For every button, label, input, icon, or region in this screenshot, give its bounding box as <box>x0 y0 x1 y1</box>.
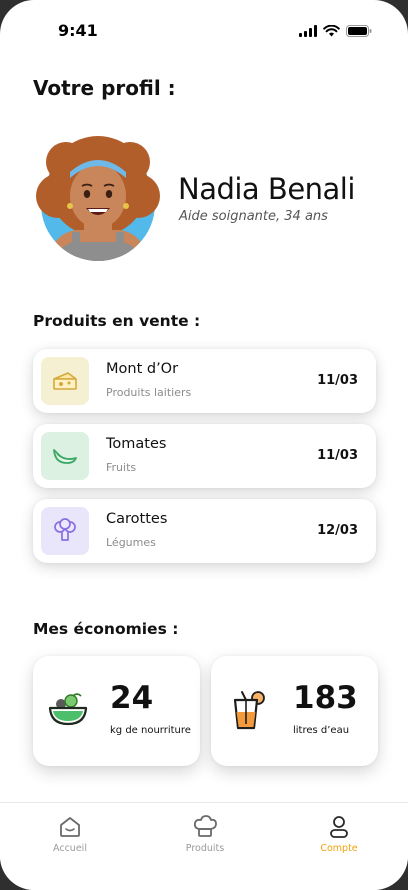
nav-item-accueil[interactable]: Accueil <box>25 815 115 854</box>
savings-section-title: Mes économies : <box>33 620 179 638</box>
saving-label: kg de nourriture <box>110 725 191 736</box>
profile-section-title: Votre profil : <box>33 76 176 100</box>
nav-item-produits[interactable]: Produits <box>160 815 250 854</box>
nav-label: Accueil <box>53 843 87 854</box>
salad-bowl-icon <box>48 693 88 726</box>
status-icons <box>299 25 372 37</box>
product-date: 12/03 <box>317 523 358 538</box>
nav-item-compte[interactable]: Compte <box>294 815 384 854</box>
cheese-icon <box>53 372 77 390</box>
wifi-icon <box>323 25 340 37</box>
user-icon <box>330 816 348 838</box>
product-card[interactable]: Tomates Fruits 11/03 <box>33 424 376 488</box>
product-name: Mont d’Or <box>106 361 179 377</box>
battery-icon <box>346 25 372 37</box>
saving-value: 24 <box>110 680 154 716</box>
status-time: 9:41 <box>58 21 98 40</box>
products-section-title: Produits en vente : <box>33 312 201 330</box>
product-date: 11/03 <box>317 373 358 388</box>
product-icon-box <box>41 507 89 555</box>
saving-card-water: 183 litres d’eau <box>211 656 378 766</box>
bottom-nav: Accueil Produits Compte <box>0 802 408 890</box>
product-category: Produits laitiers <box>106 386 192 399</box>
profile-name: Nadia Benali <box>178 172 355 206</box>
product-category: Fruits <box>106 461 137 474</box>
product-card[interactable]: Carottes Légumes 12/03 <box>33 499 376 563</box>
avatar <box>36 136 160 261</box>
product-name: Carottes <box>106 511 168 527</box>
home-icon <box>60 817 80 837</box>
leaf-icon <box>53 449 77 464</box>
saving-value: 183 <box>293 680 358 716</box>
signal-icon <box>299 25 317 37</box>
status-bar: 9:41 <box>0 0 408 62</box>
product-category: Légumes <box>106 536 156 549</box>
product-icon-box <box>41 357 89 405</box>
nav-label-active: Compte <box>320 843 358 854</box>
saving-card-food: 24 kg de nourriture <box>33 656 200 766</box>
drink-glass-icon <box>233 691 265 730</box>
chef-hat-icon <box>193 815 217 837</box>
product-name: Tomates <box>106 436 167 452</box>
product-card[interactable]: Mont d’Or Produits laitiers 11/03 <box>33 349 376 413</box>
phone-screen: 9:41 Votre profil : Nadia Benali Aide so… <box>0 0 408 890</box>
nav-label: Produits <box>185 843 225 854</box>
product-icon-box <box>41 432 89 480</box>
saving-label: litres d’eau <box>293 725 350 736</box>
broccoli-icon <box>54 518 76 541</box>
product-date: 11/03 <box>317 448 358 463</box>
profile-subtitle: Aide soignante, 34 ans <box>179 209 328 224</box>
